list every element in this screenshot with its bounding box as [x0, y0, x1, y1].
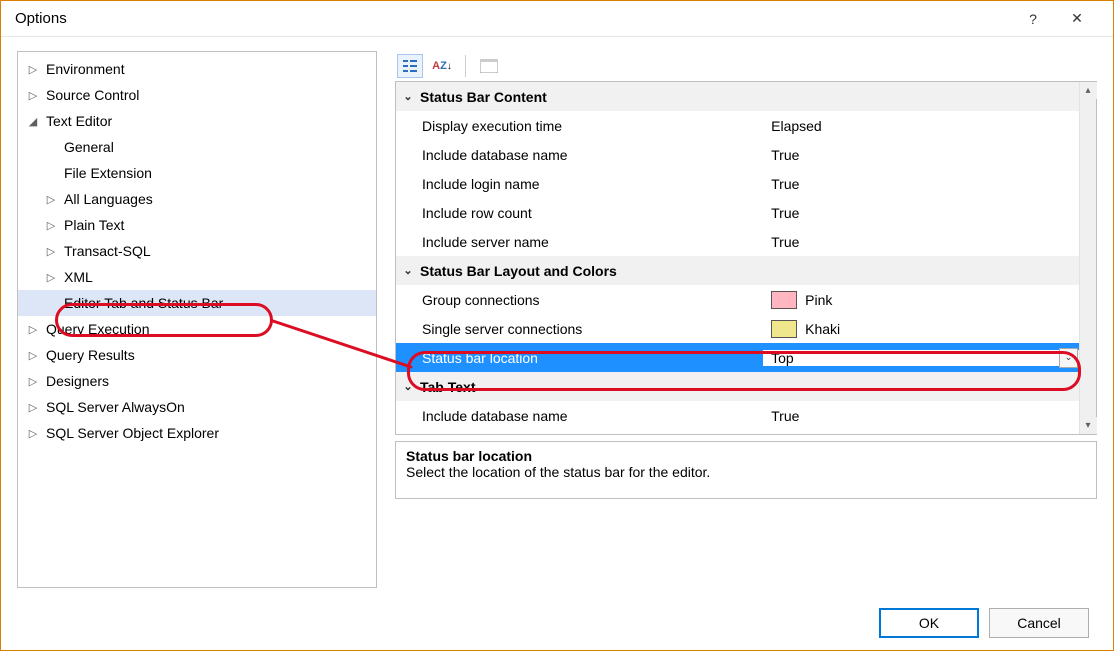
chevron-down-icon: ◢: [24, 112, 42, 130]
chevron-right-icon: ▷: [24, 60, 42, 78]
titlebar: Options ? ✕: [1, 1, 1113, 37]
category-status-bar-content[interactable]: ⌄ Status Bar Content: [396, 82, 1096, 111]
category-status-bar-layout-colors[interactable]: ⌄ Status Bar Layout and Colors: [396, 256, 1096, 285]
right-panel: AZ↓ ⌄ Status Bar Content Display executi…: [395, 51, 1097, 588]
close-button[interactable]: ✕: [1055, 5, 1099, 33]
chevron-right-icon: ▷: [24, 372, 42, 390]
tree-item-query-results[interactable]: ▷Query Results: [18, 342, 376, 368]
tree-item-editor-tab-status-bar[interactable]: Editor Tab and Status Bar: [18, 290, 376, 316]
tree-item-general[interactable]: General: [18, 134, 376, 160]
chevron-right-icon: ▷: [42, 190, 60, 208]
options-dialog: Options ? ✕ ▷Environment ▷Source Control…: [0, 0, 1114, 651]
chevron-down-icon: ⌄: [396, 90, 420, 103]
prop-include-database-name[interactable]: Include database name True: [396, 140, 1096, 169]
chevron-right-icon: ▷: [42, 242, 60, 260]
chevron-right-icon: ▷: [42, 216, 60, 234]
tree-item-file-extension[interactable]: File Extension: [18, 160, 376, 186]
color-swatch-khaki: [771, 320, 797, 338]
property-grid[interactable]: ⌄ Status Bar Content Display execution t…: [395, 81, 1097, 435]
property-pages-icon[interactable]: [476, 54, 502, 78]
scroll-up-icon[interactable]: ▴: [1080, 82, 1097, 99]
chevron-right-icon: ▷: [24, 424, 42, 442]
prop-display-execution-time[interactable]: Display execution time Elapsed: [396, 111, 1096, 140]
prop-tab-include-file-name[interactable]: Include file name True: [396, 430, 1096, 434]
tree-item-text-editor[interactable]: ◢Text Editor: [18, 108, 376, 134]
categorized-icon[interactable]: [397, 54, 423, 78]
property-grid-toolbar: AZ↓: [395, 51, 1097, 81]
tree-item-sql-alwayson[interactable]: ▷SQL Server AlwaysOn: [18, 394, 376, 420]
chevron-down-icon: ⌄: [396, 380, 420, 393]
tree-item-query-execution[interactable]: ▷Query Execution: [18, 316, 376, 342]
chevron-right-icon: ▷: [42, 268, 60, 286]
prop-include-login-name[interactable]: Include login name True: [396, 169, 1096, 198]
scroll-down-icon[interactable]: ▾: [1080, 417, 1097, 434]
tree-item-plain-text[interactable]: ▷Plain Text: [18, 212, 376, 238]
category-tab-text[interactable]: ⌄ Tab Text: [396, 372, 1096, 401]
prop-tab-include-database-name[interactable]: Include database name True: [396, 401, 1096, 430]
help-button[interactable]: ?: [1011, 5, 1055, 33]
content-area: ▷Environment ▷Source Control ◢Text Edito…: [1, 37, 1113, 596]
dropdown-button[interactable]: ⌄: [1059, 348, 1078, 368]
prop-status-bar-location[interactable]: Status bar location Top ⌄: [396, 343, 1096, 372]
chevron-down-icon: ⌄: [396, 264, 420, 277]
cancel-button[interactable]: Cancel: [989, 608, 1089, 638]
tree-item-environment[interactable]: ▷Environment: [18, 56, 376, 82]
window-title: Options: [15, 10, 1011, 27]
ok-button[interactable]: OK: [879, 608, 979, 638]
chevron-right-icon: ▷: [24, 398, 42, 416]
tree-item-sql-object-explorer[interactable]: ▷SQL Server Object Explorer: [18, 420, 376, 446]
prop-group-connections[interactable]: Group connections Pink: [396, 285, 1096, 314]
dialog-footer: OK Cancel: [1, 596, 1113, 650]
tree-item-transact-sql[interactable]: ▷Transact-SQL: [18, 238, 376, 264]
tree-item-source-control[interactable]: ▷Source Control: [18, 82, 376, 108]
category-tree[interactable]: ▷Environment ▷Source Control ◢Text Edito…: [17, 51, 377, 588]
chevron-right-icon: ▷: [24, 346, 42, 364]
chevron-right-icon: ▷: [24, 86, 42, 104]
prop-include-row-count[interactable]: Include row count True: [396, 198, 1096, 227]
tree-item-all-languages[interactable]: ▷All Languages: [18, 186, 376, 212]
chevron-right-icon: ▷: [24, 320, 42, 338]
prop-single-server-connections[interactable]: Single server connections Khaki: [396, 314, 1096, 343]
alphabetical-icon[interactable]: AZ↓: [429, 54, 455, 78]
description-text: Select the location of the status bar fo…: [406, 464, 1086, 480]
tree-item-xml[interactable]: ▷XML: [18, 264, 376, 290]
toolbar-separator: [465, 55, 466, 77]
color-swatch-pink: [771, 291, 797, 309]
prop-include-server-name[interactable]: Include server name True: [396, 227, 1096, 256]
description-title: Status bar location: [406, 448, 1086, 464]
description-pane: Status bar location Select the location …: [395, 441, 1097, 499]
vertical-scrollbar[interactable]: ▴ ▾: [1079, 82, 1096, 434]
tree-item-designers[interactable]: ▷Designers: [18, 368, 376, 394]
